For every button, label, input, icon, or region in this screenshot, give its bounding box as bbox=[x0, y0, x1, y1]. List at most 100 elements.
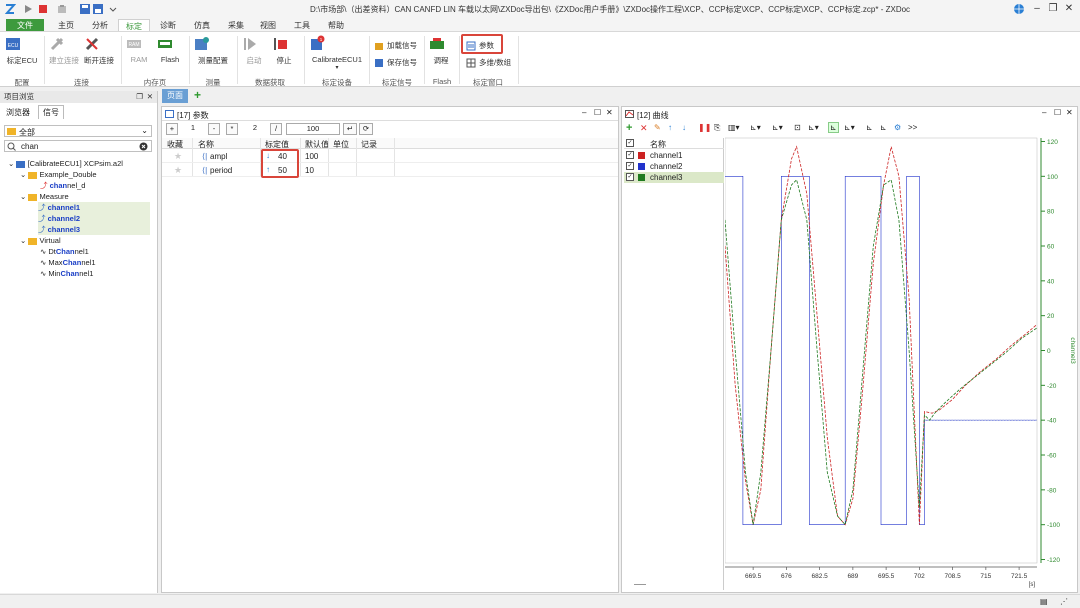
program-flash-button[interactable]: 调程 bbox=[428, 35, 454, 66]
globe-icon[interactable] bbox=[1012, 2, 1026, 16]
minimize-button[interactable]: – bbox=[1042, 108, 1046, 117]
settings-icon[interactable]: ⚙ bbox=[894, 123, 901, 132]
flash-page-button[interactable]: Flash bbox=[156, 35, 184, 64]
calibrate-ecu-button[interactable]: ECU 标定ECU bbox=[4, 35, 40, 66]
legend-item-channel2[interactable]: ✓ channel2 bbox=[624, 161, 724, 172]
calibrate-device-dropdown[interactable]: 1 CalibrateECU1 ▾ bbox=[308, 35, 366, 71]
clear-icon[interactable] bbox=[139, 142, 148, 151]
channel-checkbox[interactable]: ✓ bbox=[626, 151, 634, 159]
value-input[interactable]: 100 bbox=[286, 123, 340, 135]
close-button[interactable]: ✕ bbox=[1066, 108, 1073, 117]
tree-group-example-double[interactable]: ⌄ Example_Double bbox=[20, 169, 97, 180]
tab-signal[interactable]: 信号 bbox=[38, 105, 64, 119]
start-button[interactable]: 启动 bbox=[241, 35, 267, 66]
measure-cursor-icon[interactable]: ⊾ bbox=[880, 123, 887, 132]
float-icon[interactable]: ❐ bbox=[136, 91, 143, 103]
tree-group-measure[interactable]: ⌄ Measure bbox=[20, 191, 69, 202]
customize-icon[interactable] bbox=[107, 3, 119, 15]
tree-item[interactable]: ⤴ channel2 bbox=[38, 213, 150, 224]
tree-item[interactable]: ∿ MinChannel1 bbox=[40, 268, 93, 279]
collapse-icon[interactable]: ⌄ bbox=[20, 170, 26, 179]
cursor-icon[interactable]: ⊾▾ bbox=[772, 123, 783, 132]
stop-icon[interactable] bbox=[37, 3, 49, 15]
tree-item[interactable]: ⤴ channel_d bbox=[40, 180, 85, 191]
search-input[interactable]: chan bbox=[21, 142, 38, 151]
layout-icon[interactable]: ▥▾ bbox=[728, 123, 740, 132]
apply-value-icon[interactable]: ↵ bbox=[343, 123, 357, 135]
factor-input[interactable]: 2 bbox=[242, 123, 268, 135]
close-icon[interactable]: ✕ bbox=[147, 91, 153, 103]
collapse-icon[interactable]: ⌄ bbox=[20, 236, 26, 245]
legend-item-channel3[interactable]: ✓ channel3 bbox=[624, 172, 724, 183]
tree-item[interactable]: ⤴ channel1 bbox=[38, 202, 150, 213]
column-header[interactable]: 记录 bbox=[361, 139, 377, 150]
ram-button[interactable]: RAM RAM bbox=[125, 35, 153, 64]
load-signal-button[interactable]: 加载信号 bbox=[374, 40, 417, 51]
save-as-icon[interactable] bbox=[92, 3, 104, 15]
refresh-icon[interactable]: ⟳ bbox=[359, 123, 373, 135]
curve-chart[interactable]: 120 100 80 60 40 20 0 -20 -40 -60 -80 -100 -120 chann… bbox=[725, 136, 1077, 592]
maximize-button[interactable]: ☐ bbox=[594, 108, 601, 117]
fit-icon[interactable]: ⊡ bbox=[794, 123, 801, 132]
resize-grip-icon[interactable]: ⋰ bbox=[1060, 597, 1068, 606]
star-icon[interactable]: ★ bbox=[174, 151, 182, 162]
multiply-button[interactable]: * bbox=[226, 123, 238, 135]
new-file-icon[interactable] bbox=[56, 3, 68, 15]
step-input[interactable]: 1 bbox=[180, 123, 206, 135]
tree-item[interactable]: ∿ MaxChannel1 bbox=[40, 257, 96, 268]
table-row[interactable]: ★ ⟨| period ↑ 50 10 bbox=[162, 164, 618, 177]
run-icon[interactable] bbox=[22, 3, 34, 15]
select-all-checkbox[interactable]: ✓ bbox=[626, 139, 634, 147]
measure-config-button[interactable]: 测量配置 bbox=[193, 35, 233, 66]
column-header[interactable]: 名称 bbox=[198, 139, 214, 150]
table-row[interactable]: ★ ⟨| ampl ↓ 40 100 bbox=[162, 150, 618, 163]
star-icon[interactable]: ★ bbox=[174, 165, 182, 176]
pause-icon[interactable]: ❚❚ bbox=[698, 123, 711, 132]
tab-page[interactable]: 页面 bbox=[162, 89, 188, 103]
connect-button[interactable]: 建立连接 bbox=[48, 35, 80, 66]
stop-button[interactable]: 停止 bbox=[271, 35, 297, 66]
collapse-icon[interactable]: ⌄ bbox=[20, 192, 26, 201]
auto-scale-icon[interactable]: ⊾ bbox=[828, 122, 839, 133]
collapse-icon[interactable]: ⌄ bbox=[8, 159, 14, 168]
move-down-icon[interactable]: ↓ bbox=[682, 123, 686, 132]
minimize-button[interactable]: – bbox=[1030, 2, 1044, 16]
tab-browser[interactable]: 浏览器 bbox=[6, 107, 30, 118]
disconnect-button[interactable]: 断开连接 bbox=[83, 35, 115, 66]
restore-button[interactable]: ❐ bbox=[1046, 2, 1060, 16]
axis-icon[interactable]: ⊾▾ bbox=[750, 123, 761, 132]
export-icon[interactable]: ⎘ bbox=[714, 123, 720, 133]
save-icon[interactable] bbox=[79, 3, 91, 15]
tree-item[interactable]: ∿ DtChannel1 bbox=[40, 246, 89, 257]
maximize-button[interactable]: ☐ bbox=[1054, 108, 1061, 117]
tree-root[interactable]: ⌄ [CalibrateECU1] XCPsim.a2l bbox=[8, 158, 123, 169]
save-signal-button[interactable]: 保存信号 bbox=[374, 57, 417, 68]
close-button[interactable]: ✕ bbox=[1062, 2, 1076, 16]
more-button[interactable]: >> bbox=[908, 123, 917, 132]
channel-checkbox[interactable]: ✓ bbox=[626, 173, 634, 181]
search-box[interactable]: chan bbox=[4, 140, 152, 152]
channel-checkbox[interactable]: ✓ bbox=[626, 162, 634, 170]
column-header[interactable]: 单位 bbox=[333, 139, 349, 150]
column-header[interactable]: 收藏 bbox=[167, 139, 183, 150]
add-step-button[interactable]: + bbox=[166, 123, 178, 135]
close-button[interactable]: ✕ bbox=[606, 108, 613, 117]
move-up-icon[interactable]: ↑ bbox=[668, 123, 672, 132]
divide-button[interactable]: / bbox=[270, 123, 282, 135]
subtract-step-button[interactable]: - bbox=[208, 123, 220, 135]
filter-select[interactable]: 全部 ⌄ bbox=[4, 125, 152, 137]
array-window-button[interactable]: 多维/数组 bbox=[466, 57, 511, 68]
clear-icon[interactable]: ✎ bbox=[654, 123, 661, 132]
add-icon[interactable]: + bbox=[626, 122, 632, 134]
splitter-handle[interactable] bbox=[634, 584, 646, 585]
tree-item[interactable]: ⤴ channel3 bbox=[38, 224, 150, 235]
column-header[interactable]: 默认值 bbox=[305, 139, 329, 150]
screenshot-icon[interactable]: ⊾ bbox=[866, 123, 873, 132]
tree-group-virtual[interactable]: ⌄ Virtual bbox=[20, 235, 61, 246]
legend-item-channel1[interactable]: ✓ channel1 bbox=[624, 150, 724, 161]
delete-icon[interactable]: ✕ bbox=[640, 123, 648, 134]
minimize-button[interactable]: – bbox=[582, 108, 586, 117]
zoom-icon[interactable]: ⊾▾ bbox=[808, 123, 819, 132]
add-page-button[interactable]: + bbox=[194, 88, 201, 102]
grid-icon[interactable]: ⊾▾ bbox=[844, 123, 855, 132]
